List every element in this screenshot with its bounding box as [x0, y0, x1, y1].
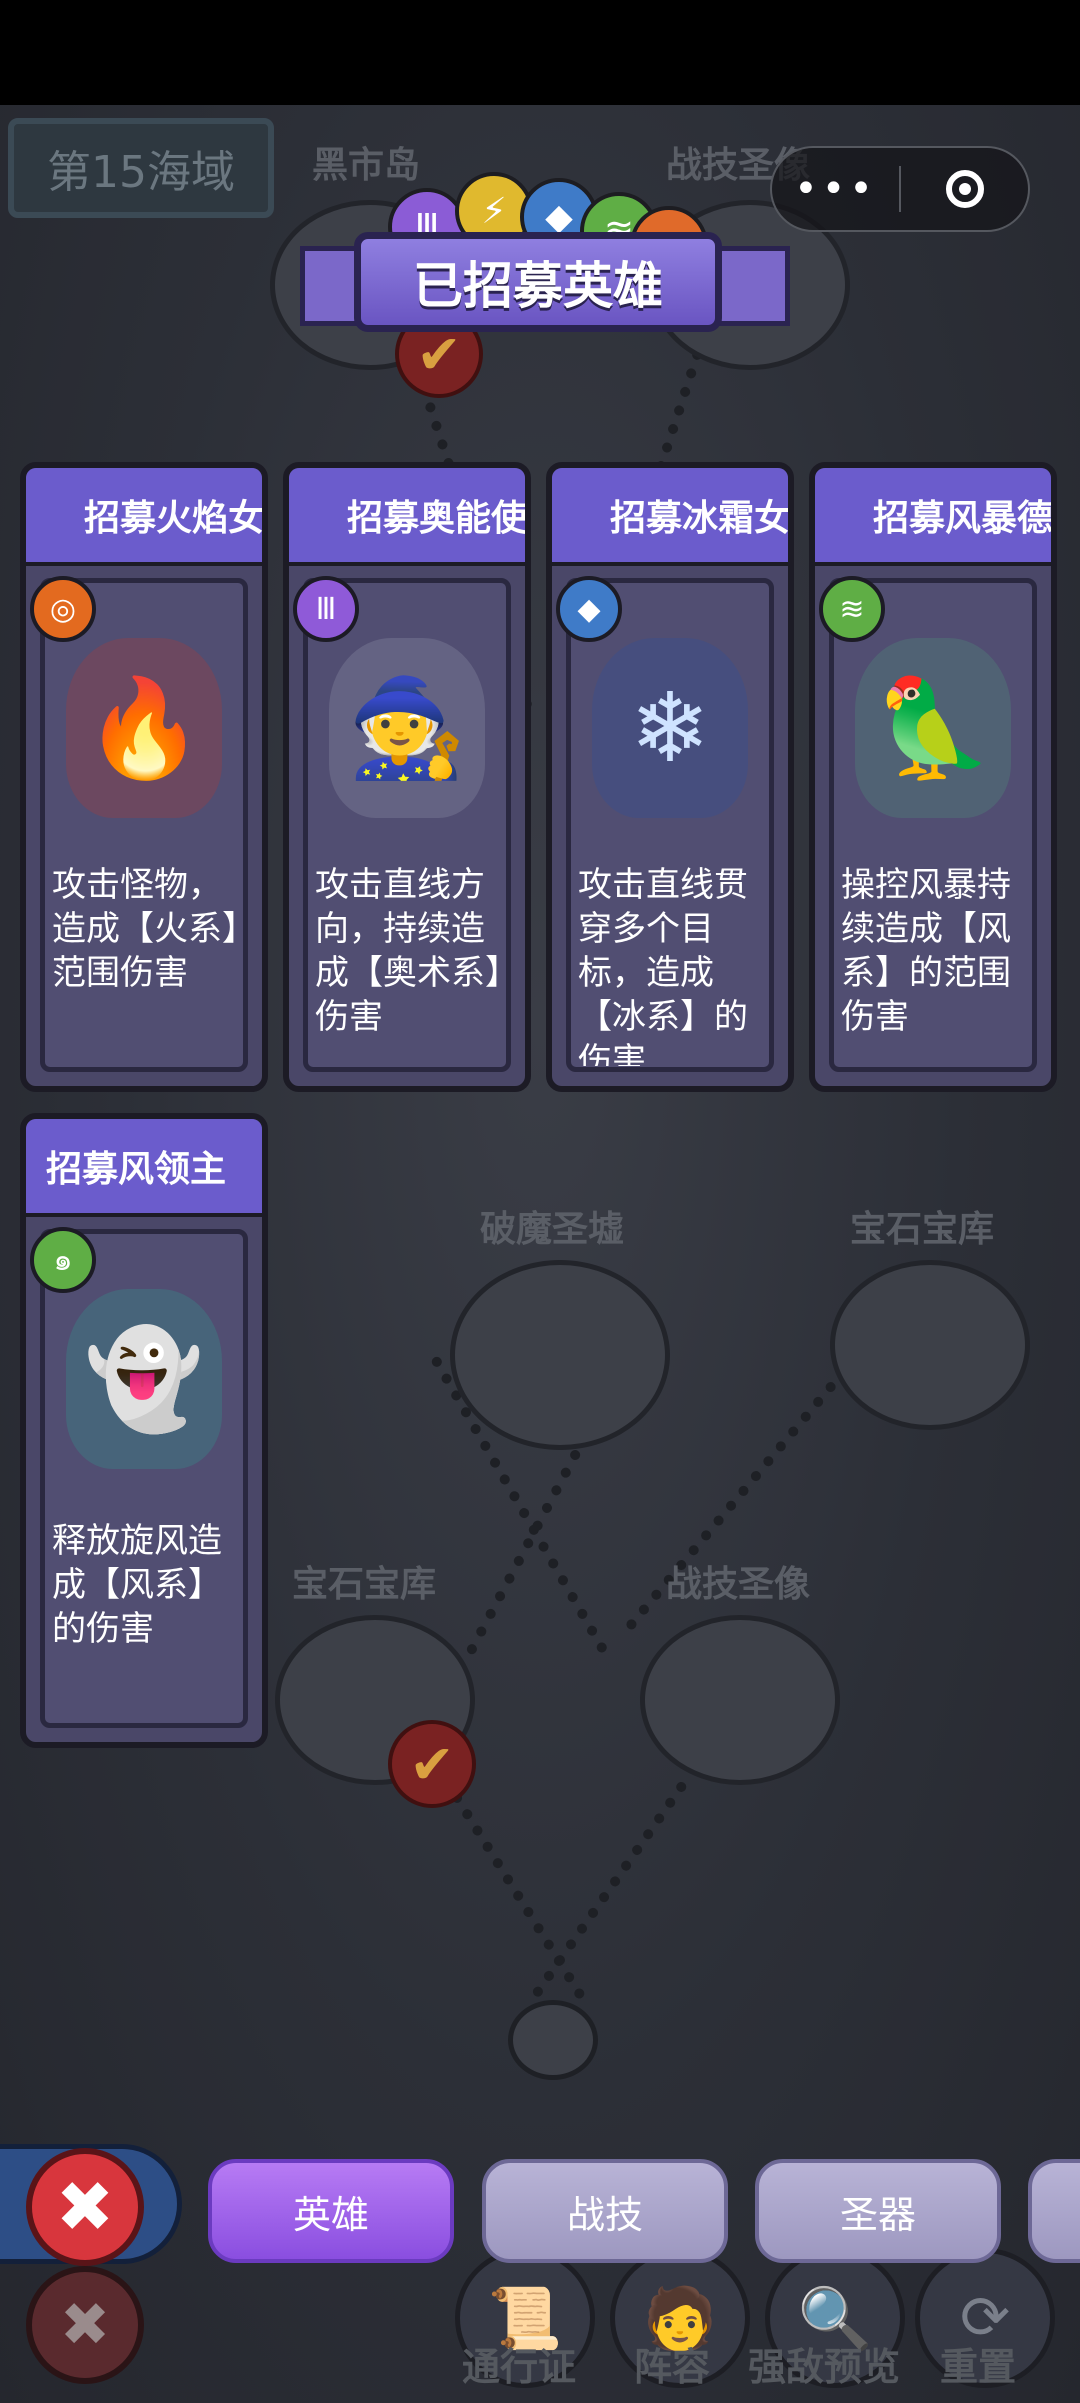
sea-area-label: 第15海域 — [8, 118, 274, 218]
hero-description: 攻击直线方向，持续造成【奥术系】伤害 — [315, 865, 502, 1037]
completed-check-icon: ✔ — [388, 1720, 476, 1808]
hero-portrait: 🦜 — [855, 638, 1011, 818]
hero-description: 释放旋风造成【风系】的伤害 — [52, 1521, 222, 1649]
hero-description: 操控风暴持续造成【风系】的范围伤害 — [841, 865, 1011, 1037]
hero-card[interactable]: 招募风暴德 ≋ 🦜 操控风暴持续造成【风系】的范围伤害 — [809, 462, 1057, 1092]
close-button[interactable]: ✖ — [26, 2148, 144, 2266]
ice-icon: ◆ — [556, 576, 622, 642]
map-node-label: 宝石宝库 — [850, 1209, 995, 1250]
hero-card[interactable]: 招募风领主 ๑ 👻 释放旋风造成【风系】的伤害 — [20, 1113, 268, 1748]
close-miniprogram-button[interactable] — [901, 170, 1028, 208]
hero-card[interactable]: 招募冰霜女 ◆ ❄ 攻击直线贯穿多个目标，造成【冰系】的伤害 — [546, 462, 794, 1092]
wind-icon: ≋ — [819, 576, 885, 642]
hero-portrait: 👻 — [66, 1289, 222, 1469]
more-menu-button[interactable]: ••• — [772, 166, 899, 212]
hero-card-title: 招募风领主 — [26, 1119, 262, 1217]
map-node-gem-vault[interactable] — [830, 1260, 1030, 1430]
map-node-battle-statue-2[interactable] — [640, 1615, 840, 1785]
map-node-label: 战技圣像 — [666, 1564, 811, 1605]
map-node-demon-ruins[interactable] — [450, 1260, 670, 1450]
hero-portrait: 🔥 — [66, 638, 222, 818]
tab-artifacts[interactable]: 圣器 — [755, 2159, 1001, 2263]
hero-card[interactable]: 招募奥能使 Ⅲ 🧙 攻击直线方向，持续造成【奥术系】伤害 — [283, 462, 531, 1092]
whirlwind-icon: ๑ — [30, 1227, 96, 1293]
bottom-menu-label: 重置 — [940, 2345, 1017, 2389]
hero-portrait: 🧙 — [329, 638, 485, 818]
status-bar — [0, 0, 1080, 105]
map-node-label: 黑市岛 — [312, 145, 421, 186]
bottom-menu-label: 阵容 — [634, 2345, 711, 2389]
hero-card-title: 招募风暴德 — [815, 468, 1051, 566]
close-icon: ✖ — [26, 2266, 144, 2384]
tab-more[interactable] — [1028, 2159, 1080, 2263]
hero-card-title: 招募冰霜女 — [552, 468, 788, 566]
hero-card-title: 招募火焰女 — [26, 468, 262, 566]
tab-battle-skills[interactable]: 战技 — [482, 2159, 728, 2263]
fire-icon: ◎ — [30, 576, 96, 642]
miniprogram-capsule: ••• — [770, 146, 1030, 232]
hero-portrait: ❄ — [592, 638, 748, 818]
bottom-menu-label: 强敌预览 — [748, 2345, 901, 2389]
start-flag-icon — [508, 2000, 598, 2080]
target-icon — [945, 170, 984, 208]
hero-description: 攻击怪物，造成【火系】范围伤害 — [52, 865, 239, 993]
map-node-label: 宝石宝库 — [292, 1564, 437, 1605]
bottom-menu-label: 通行证 — [462, 2345, 577, 2389]
tab-heroes[interactable]: 英雄 — [208, 2159, 454, 2263]
map-node-label: 破魔圣墟 — [480, 1209, 625, 1250]
panel-title: 已招募英雄 — [354, 232, 722, 332]
hero-card-title: 招募奥能使 — [289, 468, 525, 566]
arcane-icon: Ⅲ — [293, 576, 359, 642]
hero-card[interactable]: 招募火焰女 ◎ 🔥 攻击怪物，造成【火系】范围伤害 — [20, 462, 268, 1092]
hero-description: 攻击直线贯穿多个目标，造成【冰系】的伤害 — [578, 865, 748, 1066]
